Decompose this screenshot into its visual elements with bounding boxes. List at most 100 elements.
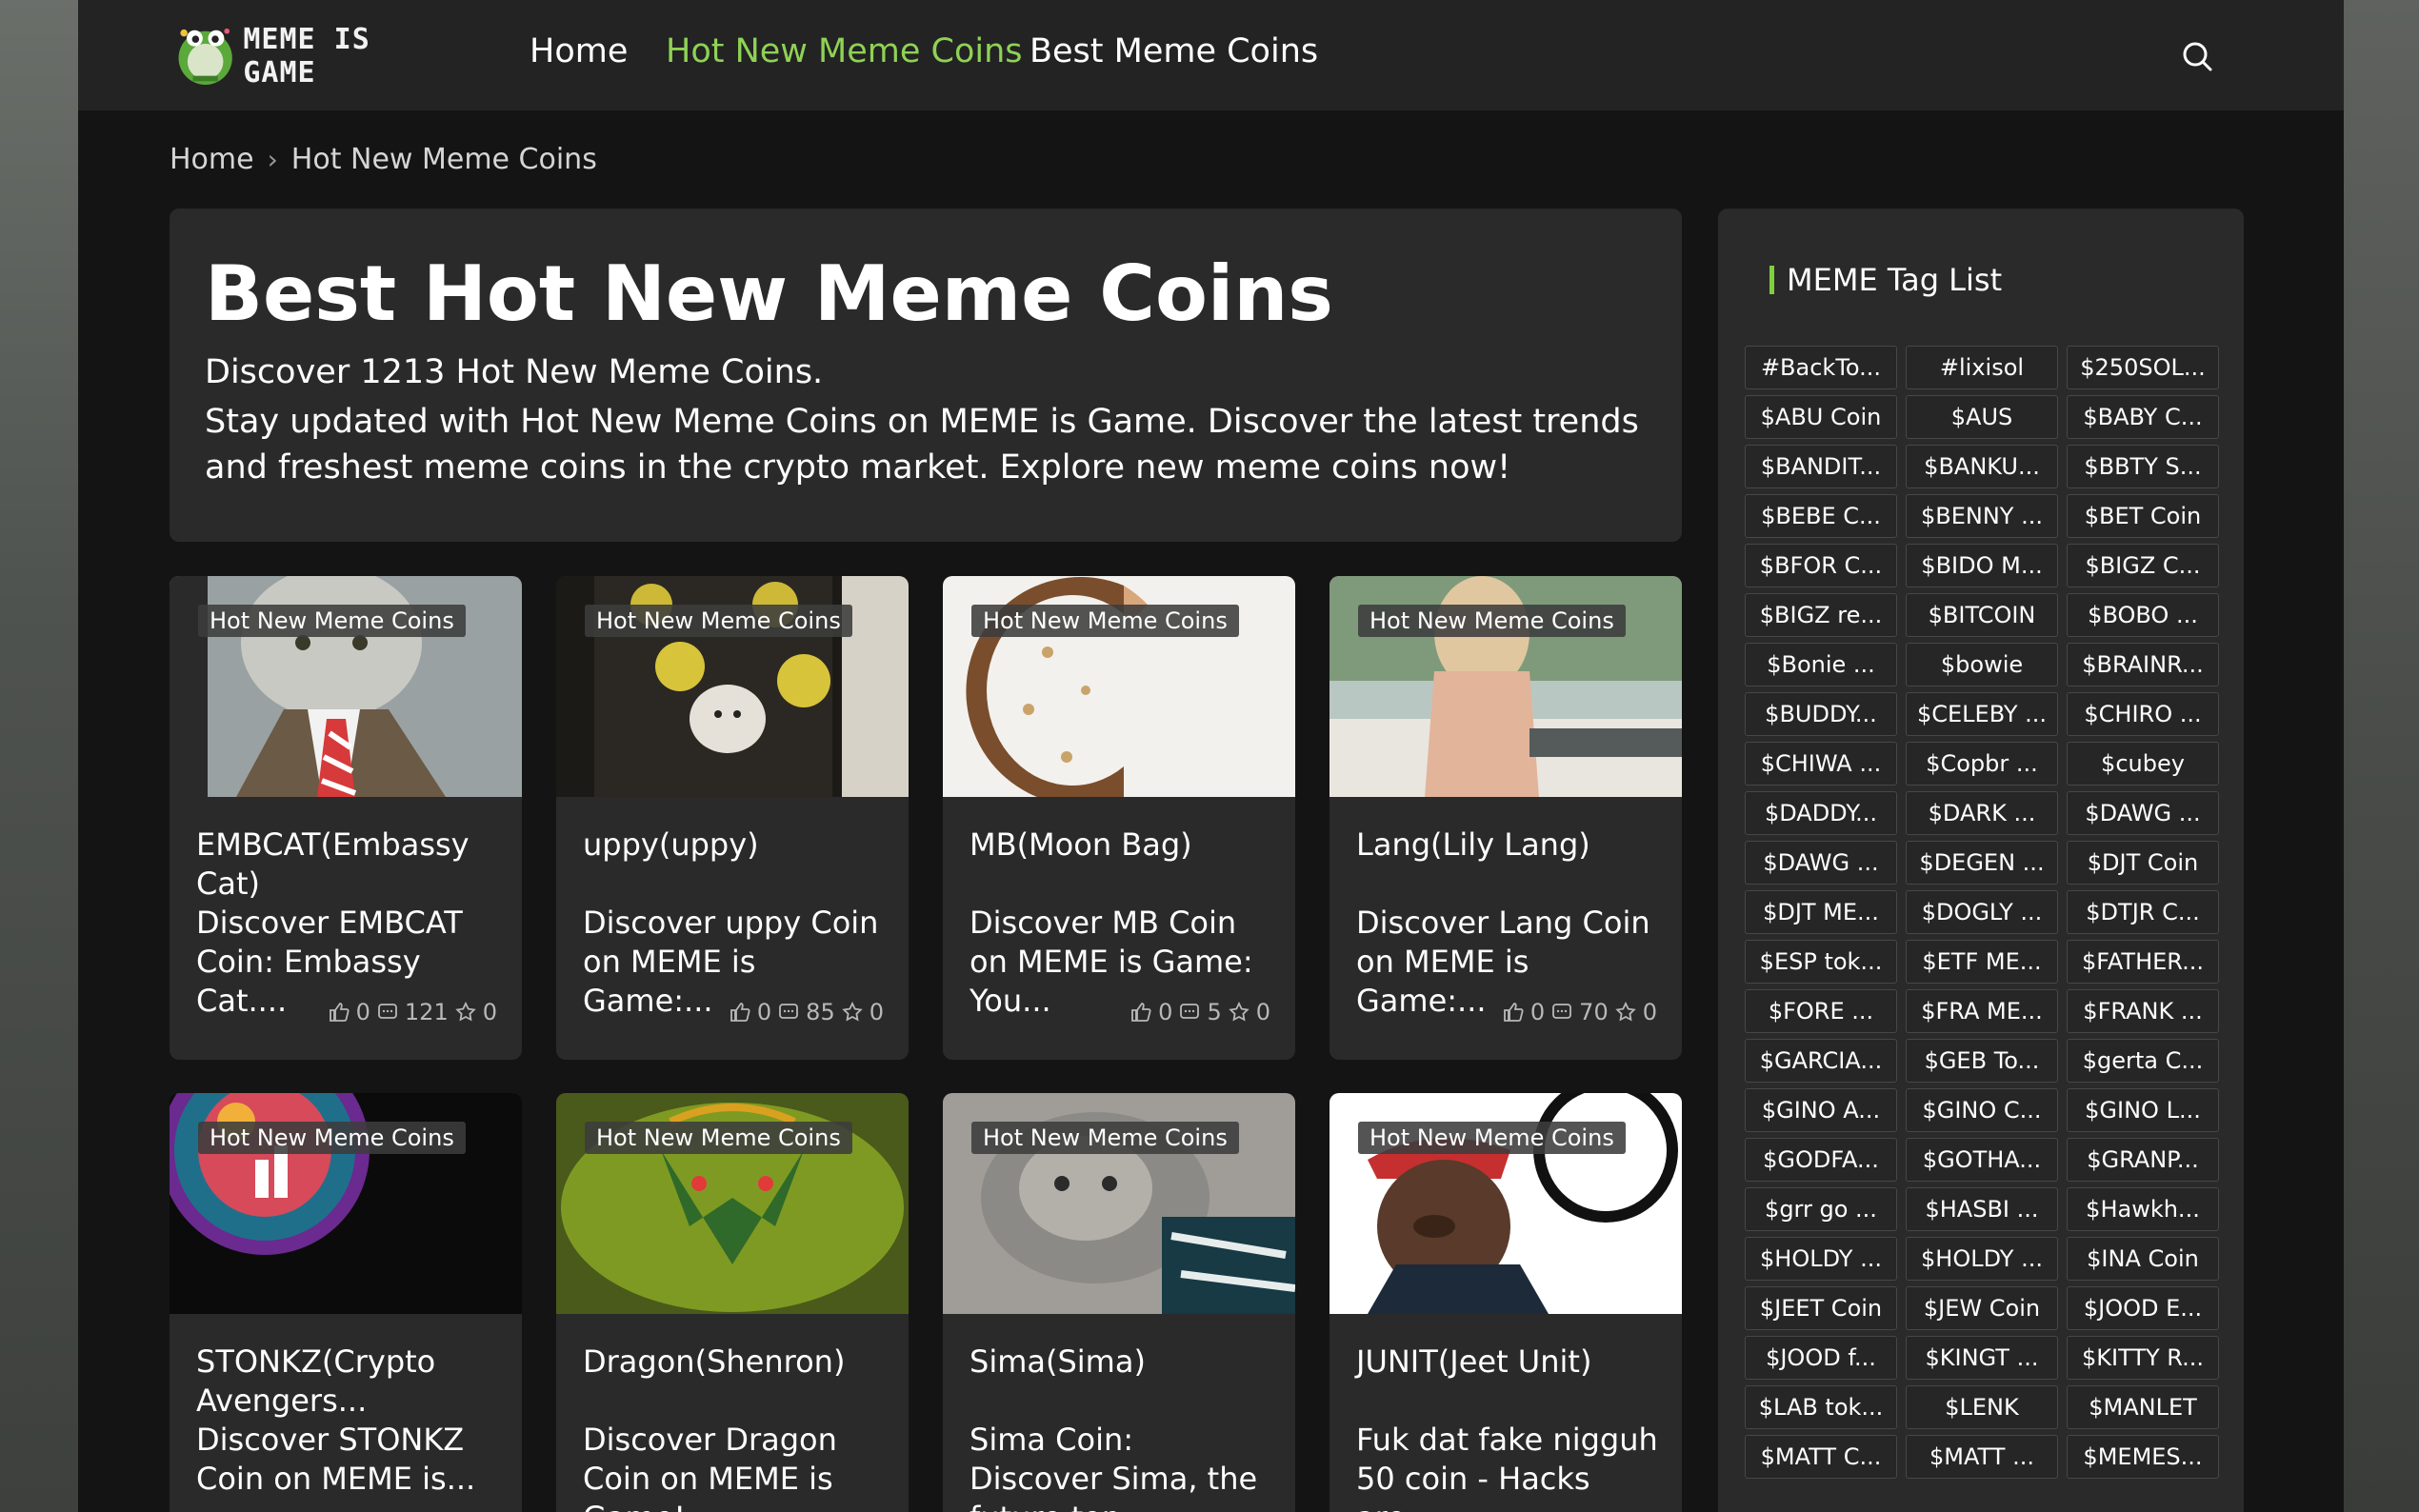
- meme-tag[interactable]: $BET Coin: [2067, 494, 2219, 538]
- thumbs-up-icon[interactable]: [328, 1001, 350, 1024]
- meme-tag[interactable]: $BIDO M...: [1906, 544, 2058, 587]
- card-category-tag[interactable]: Hot New Meme Coins: [971, 1122, 1239, 1154]
- meme-tag[interactable]: $BITCOIN: [1906, 593, 2058, 637]
- meme-tag[interactable]: $gerta C...: [2067, 1039, 2219, 1083]
- card-category-tag[interactable]: Hot New Meme Coins: [1358, 1122, 1626, 1154]
- comment-icon[interactable]: [1550, 1001, 1573, 1024]
- meme-tag[interactable]: $BRAINR...: [2067, 643, 2219, 686]
- coin-card-stonkz[interactable]: Hot New Meme Coins STONKZ(Crypto Avenger…: [170, 1093, 522, 1512]
- meme-tag[interactable]: $250SOL...: [2067, 346, 2219, 389]
- star-icon[interactable]: [454, 1001, 477, 1024]
- meme-tag[interactable]: #lixisol: [1906, 346, 2058, 389]
- meme-tag[interactable]: $JEW Coin: [1906, 1286, 2058, 1330]
- card-category-tag[interactable]: Hot New Meme Coins: [198, 605, 466, 637]
- meme-tag[interactable]: $AUS: [1906, 395, 2058, 439]
- meme-tag[interactable]: $BIGZ C...: [2067, 544, 2219, 587]
- card-title[interactable]: EMBCAT(Embassy Cat): [196, 826, 501, 904]
- meme-tag[interactable]: $FRANK ...: [2067, 989, 2219, 1033]
- meme-tag[interactable]: $cubey: [2067, 742, 2219, 786]
- meme-tag[interactable]: $JOOD f...: [1745, 1336, 1897, 1380]
- card-category-tag[interactable]: Hot New Meme Coins: [1358, 605, 1626, 637]
- coin-card-uppy[interactable]: Hot New Meme Coins uppy(uppy) Discover u…: [556, 576, 909, 1060]
- meme-tag[interactable]: $BOBO ...: [2067, 593, 2219, 637]
- star-icon[interactable]: [1614, 1001, 1637, 1024]
- meme-tag[interactable]: $BEBE C...: [1745, 494, 1897, 538]
- meme-tag[interactable]: $ABU Coin: [1745, 395, 1897, 439]
- nav-home[interactable]: Home: [530, 32, 628, 70]
- meme-tag[interactable]: $MATT ...: [1906, 1435, 2058, 1479]
- meme-tag[interactable]: $FATHER...: [2067, 940, 2219, 984]
- meme-tag[interactable]: $grr go ...: [1745, 1187, 1897, 1231]
- site-logo[interactable]: MEME IS GAME: [171, 17, 448, 95]
- meme-tag[interactable]: $DAWG ...: [1745, 841, 1897, 885]
- card-category-tag[interactable]: Hot New Meme Coins: [198, 1122, 466, 1154]
- meme-tag[interactable]: $HASBI ...: [1906, 1187, 2058, 1231]
- meme-tag[interactable]: $MATT C...: [1745, 1435, 1897, 1479]
- meme-tag[interactable]: $ESP tok...: [1745, 940, 1897, 984]
- meme-tag[interactable]: $Bonie ...: [1745, 643, 1897, 686]
- meme-tag[interactable]: $LAB tok...: [1745, 1385, 1897, 1429]
- meme-tag[interactable]: $BBTY S...: [2067, 445, 2219, 488]
- meme-tag[interactable]: $LENK: [1906, 1385, 2058, 1429]
- meme-tag[interactable]: $JOOD E...: [2067, 1286, 2219, 1330]
- meme-tag[interactable]: $KINGT ...: [1906, 1336, 2058, 1380]
- meme-tag[interactable]: $GINO L...: [2067, 1088, 2219, 1132]
- comment-icon[interactable]: [1178, 1001, 1201, 1024]
- meme-tag[interactable]: $ETF ME...: [1906, 940, 2058, 984]
- coin-card-dragon[interactable]: Hot New Meme Coins Dragon(Shenron) Disco…: [556, 1093, 909, 1512]
- meme-tag[interactable]: $HOLDY ...: [1906, 1237, 2058, 1281]
- meme-tag[interactable]: $DJT ME...: [1745, 890, 1897, 934]
- card-title[interactable]: STONKZ(Crypto Avengers...: [196, 1343, 501, 1421]
- coin-card-embcat[interactable]: Hot New Meme Coins EMBCAT(Embassy Cat) D…: [170, 576, 522, 1060]
- meme-tag[interactable]: $DADDY...: [1745, 791, 1897, 835]
- meme-tag[interactable]: $FORE ...: [1745, 989, 1897, 1033]
- card-title[interactable]: MB(Moon Bag): [970, 826, 1274, 865]
- meme-tag[interactable]: $DOGLY ...: [1906, 890, 2058, 934]
- thumbs-up-icon[interactable]: [729, 1001, 751, 1024]
- coin-card-lang[interactable]: Hot New Meme Coins Lang(Lily Lang) Disco…: [1329, 576, 1682, 1060]
- card-category-tag[interactable]: Hot New Meme Coins: [585, 605, 852, 637]
- comment-icon[interactable]: [777, 1001, 800, 1024]
- meme-tag[interactable]: $BENNY ...: [1906, 494, 2058, 538]
- meme-tag[interactable]: $BANDIT...: [1745, 445, 1897, 488]
- thumbs-up-icon[interactable]: [1130, 1001, 1152, 1024]
- card-title[interactable]: Sima(Sima): [970, 1343, 1274, 1382]
- nav-hot-new-meme-coins[interactable]: Hot New Meme Coins: [666, 32, 1023, 70]
- meme-tag[interactable]: $HOLDY ...: [1745, 1237, 1897, 1281]
- meme-tag[interactable]: $FRA ME...: [1906, 989, 2058, 1033]
- meme-tag[interactable]: $MANLET: [2067, 1385, 2219, 1429]
- meme-tag[interactable]: $GOTHA...: [1906, 1138, 2058, 1182]
- meme-tag[interactable]: $CELEBY ...: [1906, 692, 2058, 736]
- breadcrumb-home[interactable]: Home: [170, 143, 254, 176]
- meme-tag[interactable]: $DEGEN ...: [1906, 841, 2058, 885]
- meme-tag[interactable]: $BANKU...: [1906, 445, 2058, 488]
- meme-tag[interactable]: $JEET Coin: [1745, 1286, 1897, 1330]
- meme-tag[interactable]: $INA Coin: [2067, 1237, 2219, 1281]
- meme-tag[interactable]: $GINO A...: [1745, 1088, 1897, 1132]
- thumbs-up-icon[interactable]: [1502, 1001, 1525, 1024]
- meme-tag[interactable]: $BABY C...: [2067, 395, 2219, 439]
- card-title[interactable]: Dragon(Shenron): [583, 1343, 888, 1382]
- meme-tag[interactable]: $BUDDY...: [1745, 692, 1897, 736]
- coin-card-mb[interactable]: Hot New Meme Coins MB(Moon Bag) Discover…: [943, 576, 1295, 1060]
- meme-tag[interactable]: $bowie: [1906, 643, 2058, 686]
- meme-tag[interactable]: $KITTY R...: [2067, 1336, 2219, 1380]
- card-title[interactable]: uppy(uppy): [583, 826, 888, 865]
- meme-tag[interactable]: $Copbr ...: [1906, 742, 2058, 786]
- meme-tag[interactable]: $GRANP...: [2067, 1138, 2219, 1182]
- meme-tag[interactable]: $DARK ...: [1906, 791, 2058, 835]
- nav-best-meme-coins[interactable]: Best Meme Coins: [1030, 32, 1318, 70]
- card-category-tag[interactable]: Hot New Meme Coins: [585, 1122, 852, 1154]
- meme-tag[interactable]: $GINO C...: [1906, 1088, 2058, 1132]
- meme-tag[interactable]: #BackTo...: [1745, 346, 1897, 389]
- meme-tag[interactable]: $MEMES...: [2067, 1435, 2219, 1479]
- coin-card-junit[interactable]: Hot New Meme Coins JUNIT(Jeet Unit) Fuk …: [1329, 1093, 1682, 1512]
- meme-tag[interactable]: $GARCIA...: [1745, 1039, 1897, 1083]
- meme-tag[interactable]: $CHIWA ...: [1745, 742, 1897, 786]
- search-icon[interactable]: [2179, 38, 2217, 76]
- card-title[interactable]: Lang(Lily Lang): [1356, 826, 1661, 865]
- meme-tag[interactable]: $BIGZ re...: [1745, 593, 1897, 637]
- meme-tag[interactable]: $DJT Coin: [2067, 841, 2219, 885]
- meme-tag[interactable]: $CHIRO ...: [2067, 692, 2219, 736]
- meme-tag[interactable]: $GODFA...: [1745, 1138, 1897, 1182]
